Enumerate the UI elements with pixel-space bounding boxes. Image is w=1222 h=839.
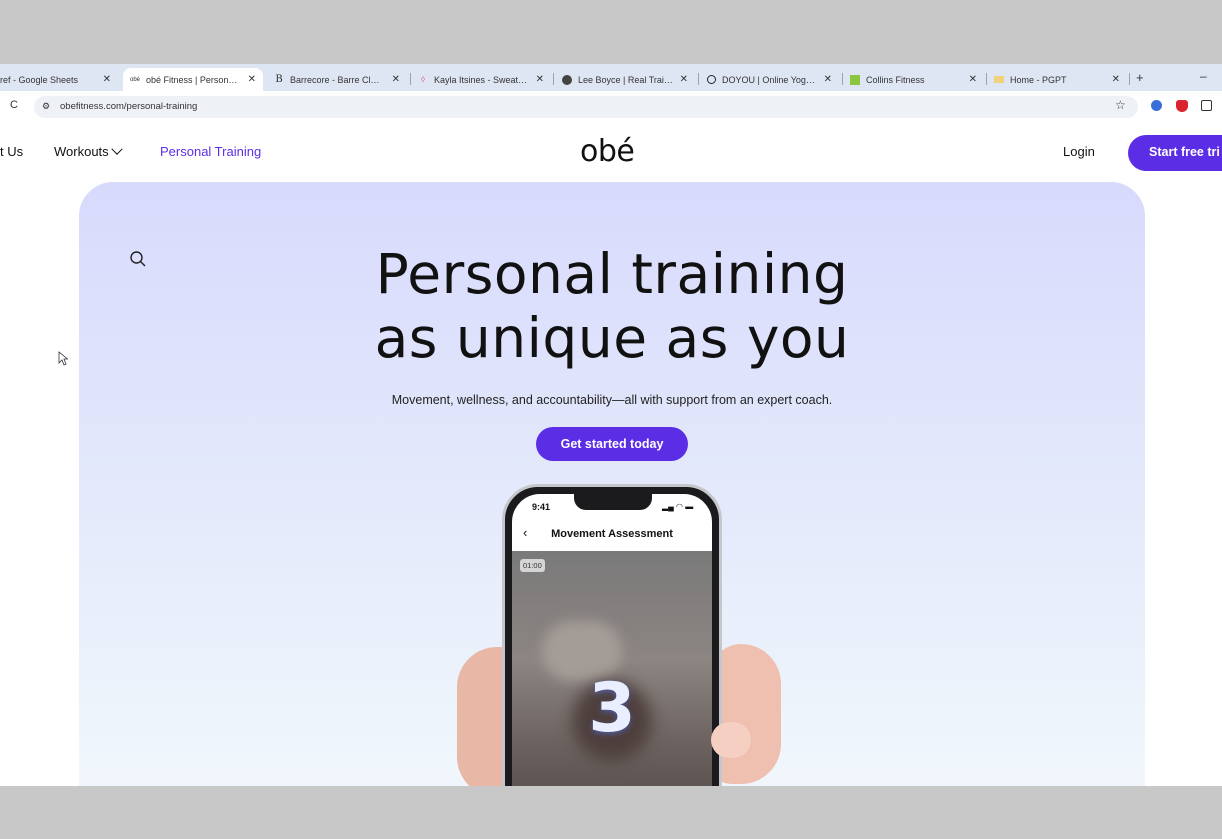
tab-separator (698, 73, 699, 85)
close-icon[interactable]: ✕ (824, 74, 832, 85)
phone-mockup: 9:41 ▂▄ ◠ ▬ ‹ Movement Assessment 01:00 … (502, 484, 722, 786)
hero-subheading: Movement, wellness, and accountability—a… (391, 393, 833, 407)
video-timer: 01:00 (520, 559, 545, 572)
tab-lee-boyce[interactable]: Lee Boyce | Real Training ✕ (562, 68, 690, 91)
tab-title: obé Fitness | Personalized (146, 74, 241, 85)
nav-workouts-label: Workouts (54, 144, 109, 159)
green-square-icon (850, 74, 860, 85)
phone-notch (574, 494, 652, 510)
close-icon[interactable]: ✕ (536, 74, 544, 85)
url-text[interactable]: obefitness.com/personal-training (60, 101, 197, 112)
tab-collins-fitness[interactable]: Collins Fitness ✕ (850, 68, 979, 91)
reload-icon[interactable]: C (10, 99, 18, 111)
close-icon[interactable]: ✕ (103, 74, 111, 85)
assessment-video: 01:00 3 (512, 551, 712, 786)
close-icon[interactable]: ✕ (680, 74, 688, 85)
tab-separator (986, 73, 987, 85)
drop-icon: ◊ (421, 75, 425, 84)
nav-personal-training[interactable]: Personal Training (160, 144, 261, 159)
tab-strip: ref - Google Sheets ✕ obé obé Fitness | … (0, 64, 1222, 91)
tab-separator (842, 73, 843, 85)
countdown-number: 3 (588, 669, 636, 748)
tab-separator (410, 73, 411, 85)
hero-headline: Personal training as unique as you (79, 242, 1145, 370)
app-screen-title: Movement Assessment (551, 528, 673, 540)
mouse-cursor-icon (58, 351, 68, 366)
hero-section: Personal training as unique as you Movem… (79, 182, 1145, 786)
tab-separator (553, 73, 554, 85)
new-tab-icon[interactable]: + (1136, 70, 1144, 85)
thumb-image (711, 722, 751, 758)
browser-window: ref - Google Sheets ✕ obé obé Fitness | … (0, 64, 1222, 786)
tab-home-pgpt[interactable]: Home - PGPT ✕ (994, 68, 1122, 91)
close-icon[interactable]: ✕ (1112, 74, 1120, 85)
tab-title: ref - Google Sheets (0, 74, 79, 85)
headline-line-1: Personal training (375, 242, 849, 306)
puzzle-icon[interactable] (1201, 100, 1212, 111)
doyou-favicon-icon (707, 75, 716, 84)
tab-title: DOYOU | Online Yoga, Fit (722, 74, 816, 85)
tab-title: Home - PGPT (1010, 74, 1067, 85)
nav-workouts[interactable]: Workouts (54, 143, 123, 159)
start-free-trial-button[interactable]: Start free tri (1128, 135, 1222, 171)
site-settings-icon[interactable]: ⚙ (42, 101, 50, 112)
extension-icon[interactable] (1151, 100, 1162, 111)
tab-title: Lee Boyce | Real Training (578, 74, 673, 85)
signal-wifi-battery-icon: ▂▄ ◠ ▬ (662, 502, 694, 511)
nav-about-us[interactable]: t Us (0, 144, 23, 159)
browser-toolbar: C ⚙ obefitness.com/personal-training ☆ (0, 91, 1222, 123)
chevron-down-icon (111, 143, 123, 155)
tab-title: Kayla Itsines - Sweat Co-f (434, 74, 529, 85)
close-icon[interactable]: ✕ (248, 74, 256, 85)
shield-extension-icon[interactable] (1176, 100, 1188, 112)
minimize-icon[interactable]: – (1200, 69, 1207, 83)
site-navigation: t Us Workouts Personal Training obé Logi… (0, 123, 1222, 182)
tab-doyou[interactable]: DOYOU | Online Yoga, Fit ✕ (707, 68, 834, 91)
barrecore-favicon-icon: B (275, 74, 283, 85)
close-icon[interactable]: ✕ (392, 74, 400, 85)
tab-kayla-itsines[interactable]: ◊ Kayla Itsines - Sweat Co-f ✕ (418, 68, 546, 91)
tab-barrecore[interactable]: B Barrecore - Barre Classes ✕ (274, 68, 402, 91)
avatar-icon (562, 74, 572, 85)
tab-obe-fitness[interactable]: obé obé Fitness | Personalized ✕ (123, 68, 263, 91)
headline-line-2: as unique as you (374, 306, 850, 370)
tab-google-sheets[interactable]: ref - Google Sheets ✕ (0, 68, 115, 91)
phone-screen: 9:41 ▂▄ ◠ ▬ ‹ Movement Assessment 01:00 … (512, 494, 712, 786)
login-link[interactable]: Login (1063, 144, 1095, 159)
phone-time: 9:41 (532, 502, 551, 512)
get-started-button[interactable]: Get started today (536, 427, 688, 461)
tab-title: Collins Fitness (866, 74, 925, 85)
bookmark-star-icon[interactable]: ☆ (1115, 98, 1126, 112)
address-bar[interactable]: ⚙ obefitness.com/personal-training (34, 96, 1138, 118)
obe-favicon-icon: obé (130, 76, 141, 83)
card-icon (994, 76, 1004, 83)
close-icon[interactable]: ✕ (969, 74, 977, 85)
tab-title: Barrecore - Barre Classes (290, 74, 382, 85)
obe-logo[interactable]: obé (580, 134, 635, 169)
tab-separator (1129, 73, 1130, 85)
